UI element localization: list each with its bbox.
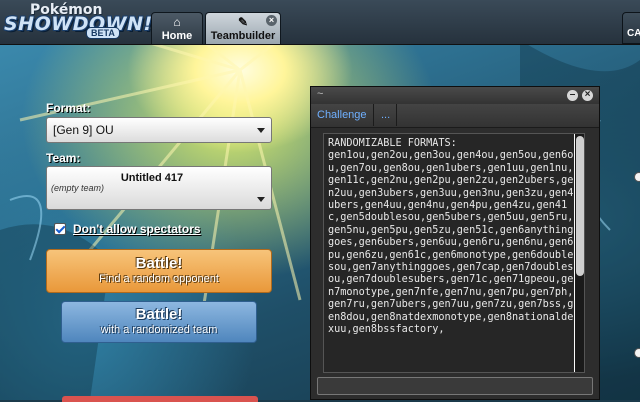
battle-random-button[interactable]: Battle! Find a random opponent bbox=[46, 249, 272, 293]
spectators-label[interactable]: Don't allow spectators bbox=[73, 222, 201, 236]
minimize-icon[interactable]: – bbox=[567, 90, 578, 101]
format-select[interactable]: [Gen 9] OU bbox=[46, 117, 272, 143]
battle-random-title: Battle! bbox=[135, 255, 183, 272]
format-label: Format: bbox=[46, 101, 91, 115]
top-header: Pokémon SHOWDOWN! BETA ⌂ Home ✎ Teambuil… bbox=[0, 0, 640, 45]
logo-beta-badge: BETA bbox=[86, 27, 120, 39]
battle-random-subtitle: Find a random opponent bbox=[99, 273, 219, 285]
showdown-logo[interactable]: Pokémon SHOWDOWN! BETA bbox=[4, 2, 152, 42]
message-log: RANDOMIZABLE FORMATS: gen1ou,gen2ou,gen3… bbox=[323, 133, 585, 373]
radio-icon[interactable] bbox=[634, 172, 640, 182]
home-icon: ⌂ bbox=[173, 15, 181, 29]
tab-more[interactable]: ... bbox=[375, 104, 398, 126]
battle-randomized-subtitle: with a randomized team bbox=[100, 324, 218, 336]
log-scrollbar[interactable] bbox=[575, 134, 584, 372]
challenge-popup: ~ – × Challenge ... RANDOMIZABLE FORMATS… bbox=[310, 86, 600, 400]
close-icon[interactable]: × bbox=[266, 15, 277, 26]
header-right-button[interactable]: CA bbox=[622, 12, 640, 44]
battle-randomized-button[interactable]: Battle! with a randomized team bbox=[61, 301, 257, 343]
chevron-down-icon bbox=[257, 197, 265, 202]
team-label: Team: bbox=[46, 151, 81, 165]
popup-title: ~ bbox=[317, 88, 324, 100]
logo-showdown-text: SHOWDOWN! bbox=[4, 13, 153, 35]
tab-teambuilder[interactable]: ✎ Teambuilder × bbox=[205, 12, 281, 44]
popup-titlebar[interactable]: ~ – × bbox=[311, 87, 599, 104]
format-select-value: [Gen 9] OU bbox=[53, 123, 114, 137]
bottom-button-stub[interactable] bbox=[62, 396, 258, 402]
chat-input[interactable] bbox=[317, 377, 593, 395]
tab-teambuilder-label: Teambuilder bbox=[210, 30, 276, 42]
team-select[interactable]: Untitled 417 (empty team) bbox=[46, 166, 272, 210]
battle-randomized-title: Battle! bbox=[135, 306, 183, 323]
popup-tabs: Challenge ... bbox=[311, 104, 599, 128]
formats-text: RANDOMIZABLE FORMATS: gen1ou,gen2ou,gen3… bbox=[328, 138, 574, 336]
radio-icon[interactable] bbox=[634, 348, 640, 358]
close-icon[interactable]: × bbox=[582, 90, 593, 101]
team-subtitle: (empty team) bbox=[51, 183, 105, 193]
message-log-content: RANDOMIZABLE FORMATS: gen1ou,gen2ou,gen3… bbox=[324, 134, 574, 372]
chevron-down-icon bbox=[257, 128, 265, 133]
scrollbar-thumb[interactable] bbox=[576, 136, 584, 276]
tab-home[interactable]: ⌂ Home bbox=[151, 12, 203, 44]
tab-challenge[interactable]: Challenge bbox=[311, 104, 374, 126]
spectators-checkbox[interactable] bbox=[54, 223, 66, 235]
tab-home-label: Home bbox=[161, 30, 193, 42]
